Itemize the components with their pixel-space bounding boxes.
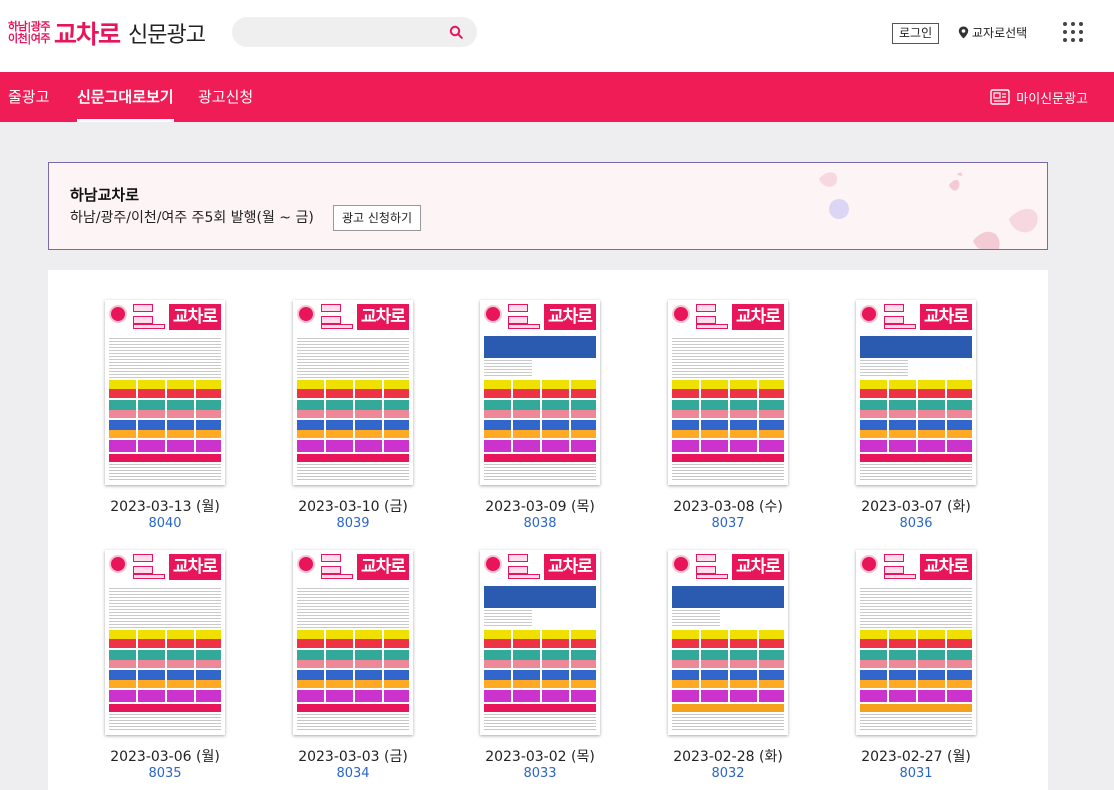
location-pin-icon <box>958 26 969 39</box>
newspaper-thumbnail[interactable]: 교차로 <box>293 300 413 485</box>
newspaper-masthead: 교차로 <box>544 304 596 330</box>
issue-date[interactable]: 2023-02-28 (화) <box>659 746 797 766</box>
newspaper-thumbnail[interactable]: 교차로 <box>105 550 225 735</box>
newspaper-masthead: 교차로 <box>544 554 596 580</box>
edition-title: 하남교차로 <box>70 186 140 204</box>
tab-line-ads[interactable]: 줄광고 <box>8 72 49 122</box>
newspaper-thumbnail[interactable]: 교차로 <box>480 550 600 735</box>
issue-date[interactable]: 2023-03-03 (금) <box>284 746 422 766</box>
issue-date[interactable]: 2023-03-08 (수) <box>659 496 797 516</box>
issue-number[interactable]: 8035 <box>96 766 234 781</box>
issue-date[interactable]: 2023-03-13 (월) <box>96 496 234 516</box>
issue-date[interactable]: 2023-02-27 (월) <box>847 746 985 766</box>
logo-region-bottom: 이천|여주 <box>8 32 51 45</box>
newspaper-thumbnail[interactable]: 교차로 <box>105 300 225 485</box>
issue-number[interactable]: 8032 <box>659 766 797 781</box>
edition-banner: 하남교차로 하남/광주/이천/여주 주5회 발행(월 ~ 금) 광고 신청하기 <box>48 162 1048 250</box>
edition-description: 하남/광주/이천/여주 주5회 발행(월 ~ 금) <box>70 210 314 226</box>
issue-number[interactable]: 8040 <box>96 516 234 531</box>
search-icon[interactable] <box>449 25 463 39</box>
logo-sub-text: 신문광고 <box>128 23 206 48</box>
issue-number[interactable]: 8036 <box>847 516 985 531</box>
newspaper-thumbnail[interactable]: 교차로 <box>668 300 788 485</box>
newspaper-masthead: 교차로 <box>732 304 784 330</box>
issue-number[interactable]: 8037 <box>659 516 797 531</box>
region-select-button[interactable]: 교자로선택 <box>958 24 1027 41</box>
newspaper-masthead: 교차로 <box>357 554 409 580</box>
search-input[interactable] <box>232 17 477 47</box>
issue-number[interactable]: 8039 <box>284 516 422 531</box>
site-logo[interactable]: 하남|광주 이천|여주 교차로 신문광고 <box>8 16 206 50</box>
top-header: 하남|광주 이천|여주 교차로 신문광고 로그인 교자로선택 <box>0 0 1114 72</box>
issue-number[interactable]: 8038 <box>471 516 609 531</box>
newspaper-thumbnail[interactable]: 교차로 <box>856 300 976 485</box>
newspaper-grid: 교차로 2023-03-13 (월) 8040 교차로 2023-03-10 (금) 80… <box>48 270 1048 790</box>
apps-grid-icon[interactable] <box>1063 22 1083 42</box>
login-button[interactable]: 로그인 <box>892 23 940 44</box>
issue-date[interactable]: 2023-03-02 (목) <box>471 746 609 766</box>
tab-ad-apply[interactable]: 광고신청 <box>198 72 253 122</box>
my-newspaper-ad-link[interactable]: 마이신문광고 <box>990 72 1088 122</box>
issue-number[interactable]: 8034 <box>284 766 422 781</box>
issue-number[interactable]: 8033 <box>471 766 609 781</box>
newspaper-masthead: 교차로 <box>920 554 972 580</box>
newspaper-masthead: 교차로 <box>732 554 784 580</box>
issue-date[interactable]: 2023-03-09 (목) <box>471 496 609 516</box>
newspaper-masthead: 교차로 <box>169 554 221 580</box>
issue-date[interactable]: 2023-03-10 (금) <box>284 496 422 516</box>
tab-newspaper-view[interactable]: 신문그대로보기 <box>77 72 174 122</box>
issue-date[interactable]: 2023-03-07 (화) <box>847 496 985 516</box>
region-select-label: 교자로선택 <box>972 26 1028 40</box>
issue-date[interactable]: 2023-03-06 (월) <box>96 746 234 766</box>
my-newspaper-ad-label: 마이신문광고 <box>1016 91 1088 107</box>
petal-decoration-icon <box>819 172 1038 249</box>
newspaper-thumbnail[interactable]: 교차로 <box>856 550 976 735</box>
newspaper-icon <box>990 89 1010 105</box>
newspaper-masthead: 교차로 <box>169 304 221 330</box>
newspaper-thumbnail[interactable]: 교차로 <box>668 550 788 735</box>
newspaper-masthead: 교차로 <box>920 304 972 330</box>
main-nav: 줄광고 신문그대로보기 광고신청 마이신문광고 <box>0 72 1114 122</box>
newspaper-thumbnail[interactable]: 교차로 <box>480 300 600 485</box>
logo-region-text: 하남|광주 이천|여주 <box>8 21 51 45</box>
logo-main-text: 교차로 <box>54 20 121 49</box>
newspaper-thumbnail[interactable]: 교차로 <box>293 550 413 735</box>
issue-number[interactable]: 8031 <box>847 766 985 781</box>
apply-ad-button[interactable]: 광고 신청하기 <box>333 205 422 231</box>
newspaper-masthead: 교차로 <box>357 304 409 330</box>
